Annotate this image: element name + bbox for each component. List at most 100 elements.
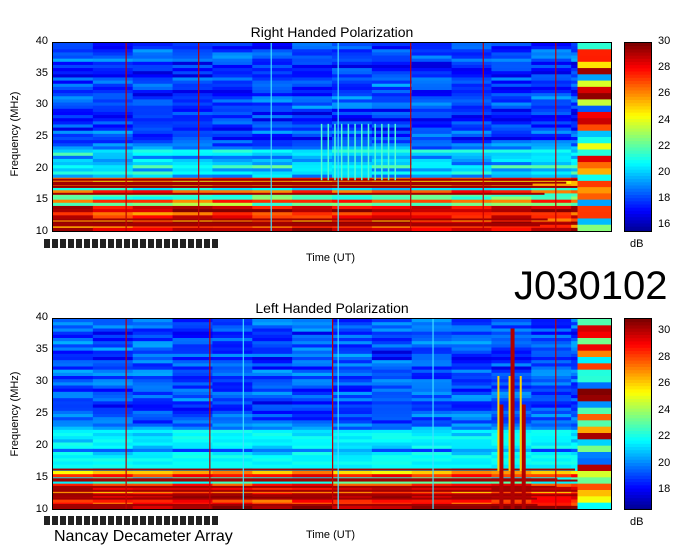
colorbar-cell [625, 459, 651, 464]
time-tick-glyph [52, 239, 58, 248]
spectrogram-cell [172, 372, 213, 377]
spectrogram-cell [411, 168, 453, 172]
spectrogram-cell [212, 391, 253, 396]
spectrogram-cell [172, 199, 213, 204]
spectrogram-cell [53, 43, 94, 47]
colorbar-cell [625, 150, 651, 155]
edge-block [577, 168, 611, 176]
spectrogram-cell [531, 420, 572, 424]
spectrogram-cell [53, 58, 94, 63]
spectrogram-cell [531, 499, 572, 504]
spectrogram-cell [92, 448, 134, 453]
spectrogram-cell [53, 388, 94, 393]
colorbar-cell [625, 52, 651, 57]
spectrogram-cell [53, 322, 94, 326]
spectrogram-cell [252, 196, 293, 201]
colorbar-cell [625, 408, 651, 413]
spectrogram-cell [92, 407, 134, 412]
spectrogram-cell [451, 168, 492, 172]
spectrogram-cell [411, 93, 453, 97]
spectrogram-cell [132, 146, 174, 151]
spectrogram-cell [132, 43, 174, 47]
spectrogram-cell [132, 347, 174, 352]
spectrogram-cell [292, 212, 333, 216]
spectrogram-cell [53, 439, 94, 443]
spectrogram-cell [53, 442, 94, 447]
observatory-name: Nancay Decameter Array [54, 528, 233, 545]
spectrogram-cell [411, 423, 453, 428]
spectrogram-cell [531, 130, 572, 135]
spectrogram-cell [371, 71, 413, 75]
spectrogram-cell [92, 199, 134, 204]
spectrogram-cell [531, 96, 572, 100]
spectrogram-cell [172, 43, 213, 47]
spectrogram-cell [53, 133, 94, 138]
spectrogram-cell [212, 442, 253, 447]
spectrogram-cell [212, 353, 253, 358]
spectrogram-cell [531, 61, 572, 66]
spectrogram-cell [292, 102, 333, 107]
spectrogram-cell [411, 137, 453, 141]
spectrogram-cell [172, 80, 213, 85]
spectrogram-cell [53, 77, 94, 82]
spectrogram-cell [531, 102, 572, 107]
spectrogram-cell [451, 448, 492, 453]
colorbar-tick-label: 22 [658, 139, 671, 152]
edge-block [577, 363, 611, 371]
spectrogram-cell [451, 499, 492, 504]
spectrogram-cell [172, 52, 213, 57]
spectrogram-cell [371, 344, 413, 348]
spectrogram-cell [411, 471, 453, 475]
colorbar-cell [625, 68, 651, 72]
spectrogram-cell [172, 202, 213, 207]
spectrogram-cell [132, 372, 174, 377]
spectrogram-cell [411, 118, 453, 122]
colorbar-cell [625, 134, 651, 139]
spectrogram-cell [531, 338, 572, 342]
spectrogram-cell [491, 149, 532, 154]
spectrogram-cell [292, 325, 333, 329]
spectrogram-cell [252, 401, 293, 405]
spectrogram-cell [451, 372, 492, 377]
spectrogram-cell [491, 199, 532, 204]
spectrogram-cell [252, 436, 293, 440]
spectrogram-cell [212, 171, 253, 176]
spectrogram-cell [92, 99, 134, 104]
spectrogram-cell [451, 334, 492, 339]
spectrogram-cell [212, 199, 253, 204]
spectrogram-cell [252, 464, 293, 469]
spectrogram-cell [53, 124, 94, 129]
spectrogram-cell [411, 130, 453, 135]
spectrogram-cell [451, 158, 492, 163]
spectrogram-cell [491, 140, 532, 144]
spectrogram-cell [212, 445, 253, 450]
time-tick-glyph [124, 239, 130, 248]
spectrogram-cell [292, 52, 333, 57]
spectrogram-cell [53, 360, 94, 364]
spectrogram-cell [292, 86, 333, 91]
spectrogram-cell [53, 347, 94, 352]
spectrogram-cell [212, 398, 253, 402]
spectrogram-cell [132, 410, 174, 415]
spectrogram-cell [132, 395, 174, 399]
edge-block [577, 212, 611, 219]
spectrogram-cell [531, 445, 572, 450]
spectrogram-cell [451, 68, 492, 72]
spectrogram-cell [491, 86, 532, 91]
burst-feature [508, 376, 511, 471]
spectrogram-cell [92, 328, 134, 333]
spectrogram-cell [371, 499, 413, 504]
spectrogram-cell [132, 474, 174, 478]
colorbar-cell [625, 115, 651, 120]
colorbar-cell [625, 93, 651, 98]
colorbar-cell [625, 185, 651, 190]
spectrogram-cell [371, 461, 413, 466]
spectrogram-cell [531, 372, 572, 377]
spectrogram-cell [292, 429, 333, 434]
spectrogram-cell [292, 372, 333, 377]
spectrogram-cell [411, 209, 453, 213]
spectrogram-cell [292, 46, 333, 50]
spectrogram-cell [53, 471, 94, 475]
spectrogram-cell [411, 360, 453, 364]
spectrogram-cell [292, 137, 333, 141]
